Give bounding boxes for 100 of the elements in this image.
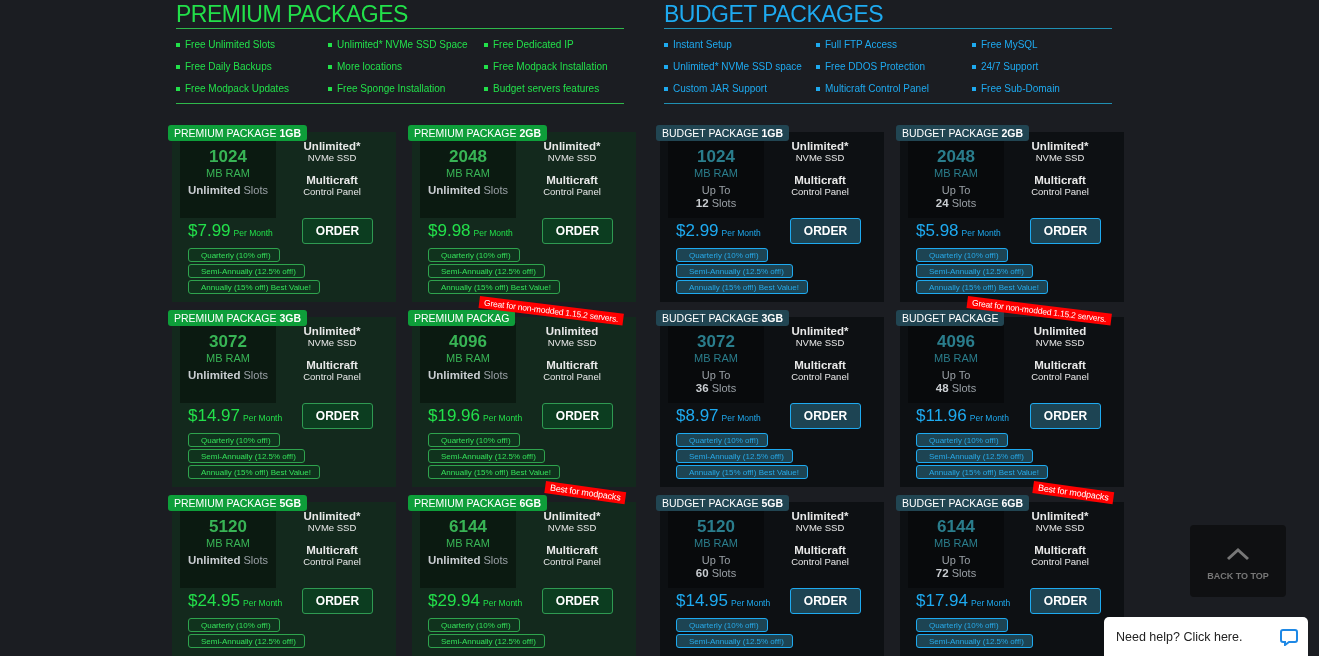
billing-option[interactable]: Annually (15% off!) Best Value! [188,465,320,479]
billing-option[interactable]: Quarterly (10% off!) [188,433,280,447]
billing-option[interactable]: Annually (15% off!) Best Value! [428,465,560,479]
billing-option[interactable]: Quarterly (10% off!) [916,248,1008,262]
storage-title: Unlimited* [791,510,849,522]
billing-option[interactable]: Annually (15% off!) Best Value! [428,280,560,294]
feature-item: Free MySQL [972,34,1112,56]
billing-option[interactable]: Semi-Annually (12.5% off!) [188,264,305,278]
order-button[interactable]: ORDER [542,403,613,429]
order-button[interactable]: ORDER [302,218,373,244]
order-button[interactable]: ORDER [790,403,861,429]
order-button[interactable]: ORDER [1030,403,1101,429]
panel-subtitle: Control Panel [1031,186,1089,198]
panel-title: Multicraft [546,544,598,556]
billing-option[interactable]: Quarterly (10% off!) [188,248,280,262]
storage-title: Unlimited* [791,325,849,337]
panel-subtitle: Control Panel [543,371,601,383]
panel-subtitle: Control Panel [303,186,361,198]
billing-option[interactable]: Semi-Annually (12.5% off!) [916,264,1033,278]
storage-title: Unlimited* [1031,510,1089,522]
billing-option[interactable]: Quarterly (10% off!) [428,618,520,632]
feature-item: Free DDOS Protection [816,56,972,78]
price: $9.98 Per Month [428,221,513,241]
price: $7.99 Per Month [188,221,273,241]
storage-subtitle: NVMe SSD [307,337,357,349]
storage-subtitle: NVMe SSD [547,152,597,164]
storage-title: Unlimited* [303,140,361,152]
billing-option[interactable]: Semi-Annually (12.5% off!) [428,264,545,278]
feature-item: Instant Setup [664,34,816,56]
billing-option[interactable]: Semi-Annually (12.5% off!) [188,634,305,648]
billing-option[interactable]: Semi-Annually (12.5% off!) [676,634,793,648]
order-button[interactable]: ORDER [542,218,613,244]
package-tag: BUDGET PACKAGE 2GB [896,125,1029,141]
storage-subtitle: NVMe SSD [547,522,597,534]
storage-title: Unlimited* [303,510,361,522]
billing-option[interactable]: Quarterly (10% off!) [916,433,1008,447]
feature-item: Free Sub-Domain [972,78,1112,100]
billing-option[interactable]: Semi-Annually (12.5% off!) [916,634,1033,648]
billing-option[interactable]: Quarterly (10% off!) [428,433,520,447]
panel-title: Multicraft [546,359,598,371]
ram-amount: 4096 [449,332,487,351]
billing-option[interactable]: Quarterly (10% off!) [676,618,768,632]
ram-unit: MB RAM [446,166,490,181]
billing-option[interactable]: Annually (15% off!) Best Value! [676,465,808,479]
feature-item: Free Unlimited Slots [176,34,328,56]
ram-unit: MB RAM [694,536,738,551]
slots-text: Unlimited Slots [188,554,268,567]
order-button[interactable]: ORDER [1030,588,1101,614]
price: $11.96 Per Month [916,406,1009,426]
ram-unit: MB RAM [694,166,738,181]
panel-subtitle: Control Panel [543,556,601,568]
storage-title: Unlimited [545,325,599,337]
slots-text: Up To 12 Slots [695,184,737,210]
panel-subtitle: Control Panel [303,371,361,383]
ram-amount: 1024 [697,147,735,166]
chat-icon [1280,627,1298,646]
billing-option[interactable]: Quarterly (10% off!) [676,248,768,262]
billing-option[interactable]: Semi-Annually (12.5% off!) [916,449,1033,463]
panel-title: Multicraft [306,174,358,186]
order-button[interactable]: ORDER [790,588,861,614]
ram-unit: MB RAM [206,536,250,551]
billing-option[interactable]: Semi-Annually (12.5% off!) [188,449,305,463]
help-chat-button[interactable]: Need help? Click here. [1104,617,1308,656]
feature-item: Free Dedicated IP [484,34,624,56]
ram-unit: MB RAM [934,536,978,551]
storage-subtitle: NVMe SSD [1035,337,1085,349]
ram-unit: MB RAM [446,536,490,551]
storage-subtitle: NVMe SSD [307,152,357,164]
panel-subtitle: Control Panel [791,186,849,198]
billing-option[interactable]: Semi-Annually (12.5% off!) [676,449,793,463]
ram-unit: MB RAM [934,166,978,181]
billing-option[interactable]: Annually (15% off!) Best Value! [188,280,320,294]
billing-option[interactable]: Quarterly (10% off!) [188,618,280,632]
billing-option[interactable]: Quarterly (10% off!) [676,433,768,447]
billing-option[interactable]: Semi-Annually (12.5% off!) [428,449,545,463]
storage-subtitle: NVMe SSD [547,337,597,349]
billing-option[interactable]: Annually (15% off!) Best Value! [916,465,1048,479]
billing-option[interactable]: Semi-Annually (12.5% off!) [676,264,793,278]
billing-option[interactable]: Semi-Annually (12.5% off!) [428,634,545,648]
slots-text: Unlimited Slots [428,369,508,382]
billing-option[interactable]: Annually (15% off!) Best Value! [916,280,1048,294]
panel-title: Multicraft [794,359,846,371]
feature-item: Unlimited* NVMe SSD Space [328,34,484,56]
order-button[interactable]: ORDER [790,218,861,244]
billing-option[interactable]: Quarterly (10% off!) [428,248,520,262]
ram-amount: 3072 [209,332,247,351]
order-button[interactable]: ORDER [542,588,613,614]
order-button[interactable]: ORDER [302,588,373,614]
price: $2.99 Per Month [676,221,761,241]
billing-option[interactable]: Quarterly (10% off!) [916,618,1008,632]
back-to-top-button[interactable]: BACK TO TOP [1190,525,1286,597]
package-tag: PREMIUM PACKAGE 2GB [408,125,547,141]
ram-amount: 3072 [697,332,735,351]
price: $17.94 Per Month [916,591,1011,611]
price: $14.97 Per Month [188,406,283,426]
order-button[interactable]: ORDER [302,403,373,429]
billing-option[interactable]: Annually (15% off!) Best Value! [676,280,808,294]
order-button[interactable]: ORDER [1030,218,1101,244]
storage-subtitle: NVMe SSD [795,337,845,349]
ram-unit: MB RAM [206,351,250,366]
